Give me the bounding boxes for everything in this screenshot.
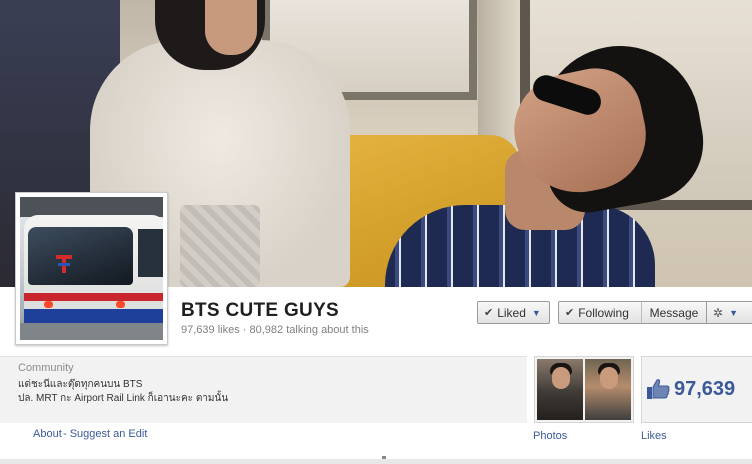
- photo-face: [552, 367, 570, 389]
- train-platform: [20, 323, 163, 340]
- profile-picture[interactable]: [15, 192, 168, 345]
- bts-logo-icon: [56, 255, 72, 273]
- liked-button[interactable]: ✔ Liked ▼: [477, 301, 550, 324]
- check-icon: ✔: [565, 307, 575, 319]
- settings-menu-button[interactable]: ✲ ▼: [706, 301, 752, 324]
- page-description: ปล. MRT กะ Airport Rail Link ก็เอานะคะ ต…: [18, 393, 229, 404]
- check-icon: ✔: [484, 307, 494, 319]
- bottom-divider: [0, 459, 752, 464]
- message-label: Message: [649, 305, 699, 320]
- suggest-edit-link[interactable]: - Suggest an Edit: [63, 428, 147, 440]
- thumbs-up-icon: [647, 379, 670, 399]
- likes-app-link[interactable]: Likes: [641, 430, 667, 442]
- following-label: Following: [578, 305, 629, 320]
- train-stripe: [24, 309, 163, 323]
- train-roof: [20, 197, 163, 217]
- train-headlight: [44, 301, 53, 308]
- photo-thumbnail: [585, 359, 631, 420]
- photos-app-thumbnail[interactable]: [534, 356, 634, 423]
- talking-stat: 80,982 talking about this: [249, 324, 369, 336]
- cover-woman-face: [205, 0, 257, 55]
- about-link[interactable]: About: [33, 428, 62, 440]
- page-category: Community: [18, 362, 74, 374]
- photos-app-link[interactable]: Photos: [533, 430, 567, 442]
- facebook-page: BTS CUTE GUYS 97,639 likes · 80,982 talk…: [0, 0, 752, 464]
- gear-icon: ✲: [713, 305, 724, 320]
- train-windshield: [28, 227, 133, 285]
- page-description: แด่ชะนีและตุ๊ดทุกคนบน BTS: [18, 379, 143, 390]
- page-stats: 97,639 likes · 80,982 talking about this: [181, 324, 369, 336]
- following-button[interactable]: ✔ Following: [558, 301, 642, 324]
- caret-down-icon: ▼: [531, 307, 541, 318]
- liked-label: Liked: [497, 305, 526, 320]
- cover-bag: [180, 205, 260, 287]
- caret-down-icon: ▼: [729, 307, 738, 318]
- message-button[interactable]: Message: [641, 301, 707, 324]
- stats-separator: ·: [242, 324, 247, 336]
- likes-stat: 97,639 likes: [181, 324, 240, 336]
- train-stripe: [24, 293, 163, 301]
- photo-face: [600, 367, 618, 389]
- train-photo: [20, 197, 163, 340]
- likes-count: 97,639: [674, 378, 736, 400]
- page-title: BTS CUTE GUYS: [181, 300, 340, 321]
- photo-thumbnail: [537, 359, 583, 420]
- train-side-window: [138, 229, 163, 277]
- train-headlight: [116, 301, 125, 308]
